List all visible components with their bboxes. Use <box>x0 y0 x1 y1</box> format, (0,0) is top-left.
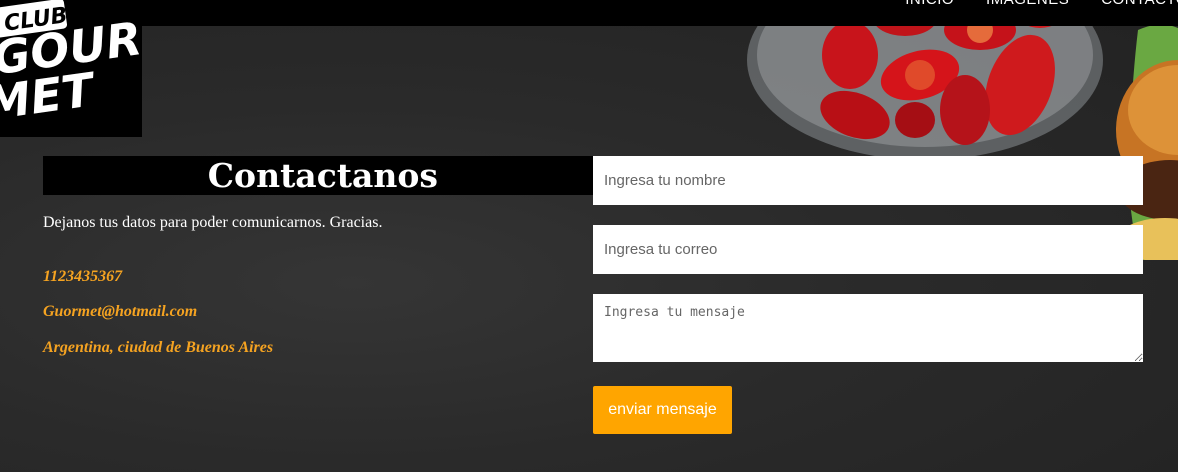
submit-message-button[interactable]: enviar mensaje <box>593 386 732 434</box>
page-title: Contactanos <box>207 156 438 195</box>
logo-text-met: MET <box>0 62 100 131</box>
contact-location: Argentina, ciudad de Buenos Aires <box>43 339 274 356</box>
club-gourmet-logo[interactable]: CLUB GOUR MET <box>0 0 142 137</box>
main-nav: INICIO IMÁGENES CONTACTO <box>905 0 1178 8</box>
nav-item-contacto[interactable]: CONTACTO <box>1101 0 1178 8</box>
message-textarea[interactable] <box>593 294 1143 362</box>
intro-text: Dejanos tus datos para poder comunicarno… <box>43 214 383 231</box>
name-input[interactable] <box>593 156 1143 205</box>
nav-item-inicio[interactable]: INICIO <box>905 0 954 8</box>
nav-item-imagenes[interactable]: IMÁGENES <box>986 0 1069 8</box>
heading-bar: Contactanos <box>43 156 593 195</box>
top-navigation-bar: INICIO IMÁGENES CONTACTO <box>0 0 1178 26</box>
email-input[interactable] <box>593 225 1143 274</box>
contact-email: Guormet@hotmail.com <box>43 303 198 320</box>
contact-phone: 1123435367 <box>43 268 123 285</box>
